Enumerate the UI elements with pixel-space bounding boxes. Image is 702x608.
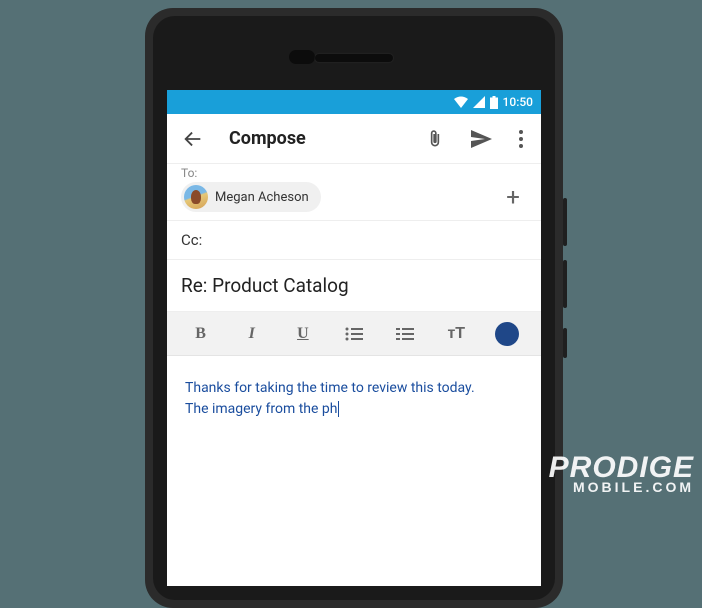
power-button[interactable]	[563, 328, 567, 358]
earpiece-speaker	[315, 54, 393, 62]
volume-up-button[interactable]	[563, 198, 567, 246]
italic-button[interactable]: I	[234, 316, 270, 352]
send-button[interactable]	[465, 123, 497, 155]
overflow-menu-button[interactable]	[511, 123, 531, 155]
text-color-button[interactable]	[489, 316, 525, 352]
phone-screen: 10:50 Compose To:	[167, 90, 541, 586]
page-title: Compose	[229, 128, 405, 149]
bullet-list-button[interactable]	[336, 316, 372, 352]
recipient-avatar	[184, 185, 208, 209]
proximity-sensor	[289, 50, 315, 64]
email-body-input[interactable]: Thanks for taking the time to review thi…	[167, 356, 541, 442]
subject-field[interactable]: Re: Product Catalog	[167, 260, 541, 312]
back-button[interactable]	[177, 123, 209, 155]
text-cursor	[338, 401, 339, 417]
wifi-icon	[454, 96, 468, 108]
phone-frame: 10:50 Compose To:	[145, 8, 563, 608]
phone-bezel: 10:50 Compose To:	[153, 16, 555, 600]
body-line-2: The imagery from the ph	[185, 399, 523, 420]
color-swatch-icon	[495, 322, 519, 346]
status-time: 10:50	[503, 95, 533, 109]
numbered-list-button[interactable]	[387, 316, 423, 352]
subject-text: Re: Product Catalog	[181, 274, 349, 297]
body-line-1: Thanks for taking the time to review thi…	[185, 378, 523, 399]
recipient-chip[interactable]: Megan Acheson	[181, 182, 321, 212]
volume-down-button[interactable]	[563, 260, 567, 308]
to-field-row[interactable]: To: Megan Acheson +	[167, 164, 541, 220]
status-bar: 10:50	[167, 90, 541, 114]
bold-button[interactable]: B	[183, 316, 219, 352]
underline-button[interactable]: U	[285, 316, 321, 352]
battery-icon	[490, 96, 498, 109]
cc-label: Cc:	[181, 231, 202, 249]
cc-field-row[interactable]: Cc:	[167, 220, 541, 260]
cell-signal-icon	[473, 96, 485, 108]
to-label: To:	[181, 166, 197, 180]
recipient-name: Megan Acheson	[215, 190, 309, 205]
add-recipient-button[interactable]: +	[499, 183, 527, 211]
watermark: PRODIGE MOBILE.COM	[549, 454, 694, 494]
app-bar: Compose	[167, 114, 541, 164]
formatting-toolbar: B I U ᴛT	[167, 312, 541, 356]
text-size-button[interactable]: ᴛT	[438, 316, 474, 352]
attachment-button[interactable]	[419, 123, 451, 155]
